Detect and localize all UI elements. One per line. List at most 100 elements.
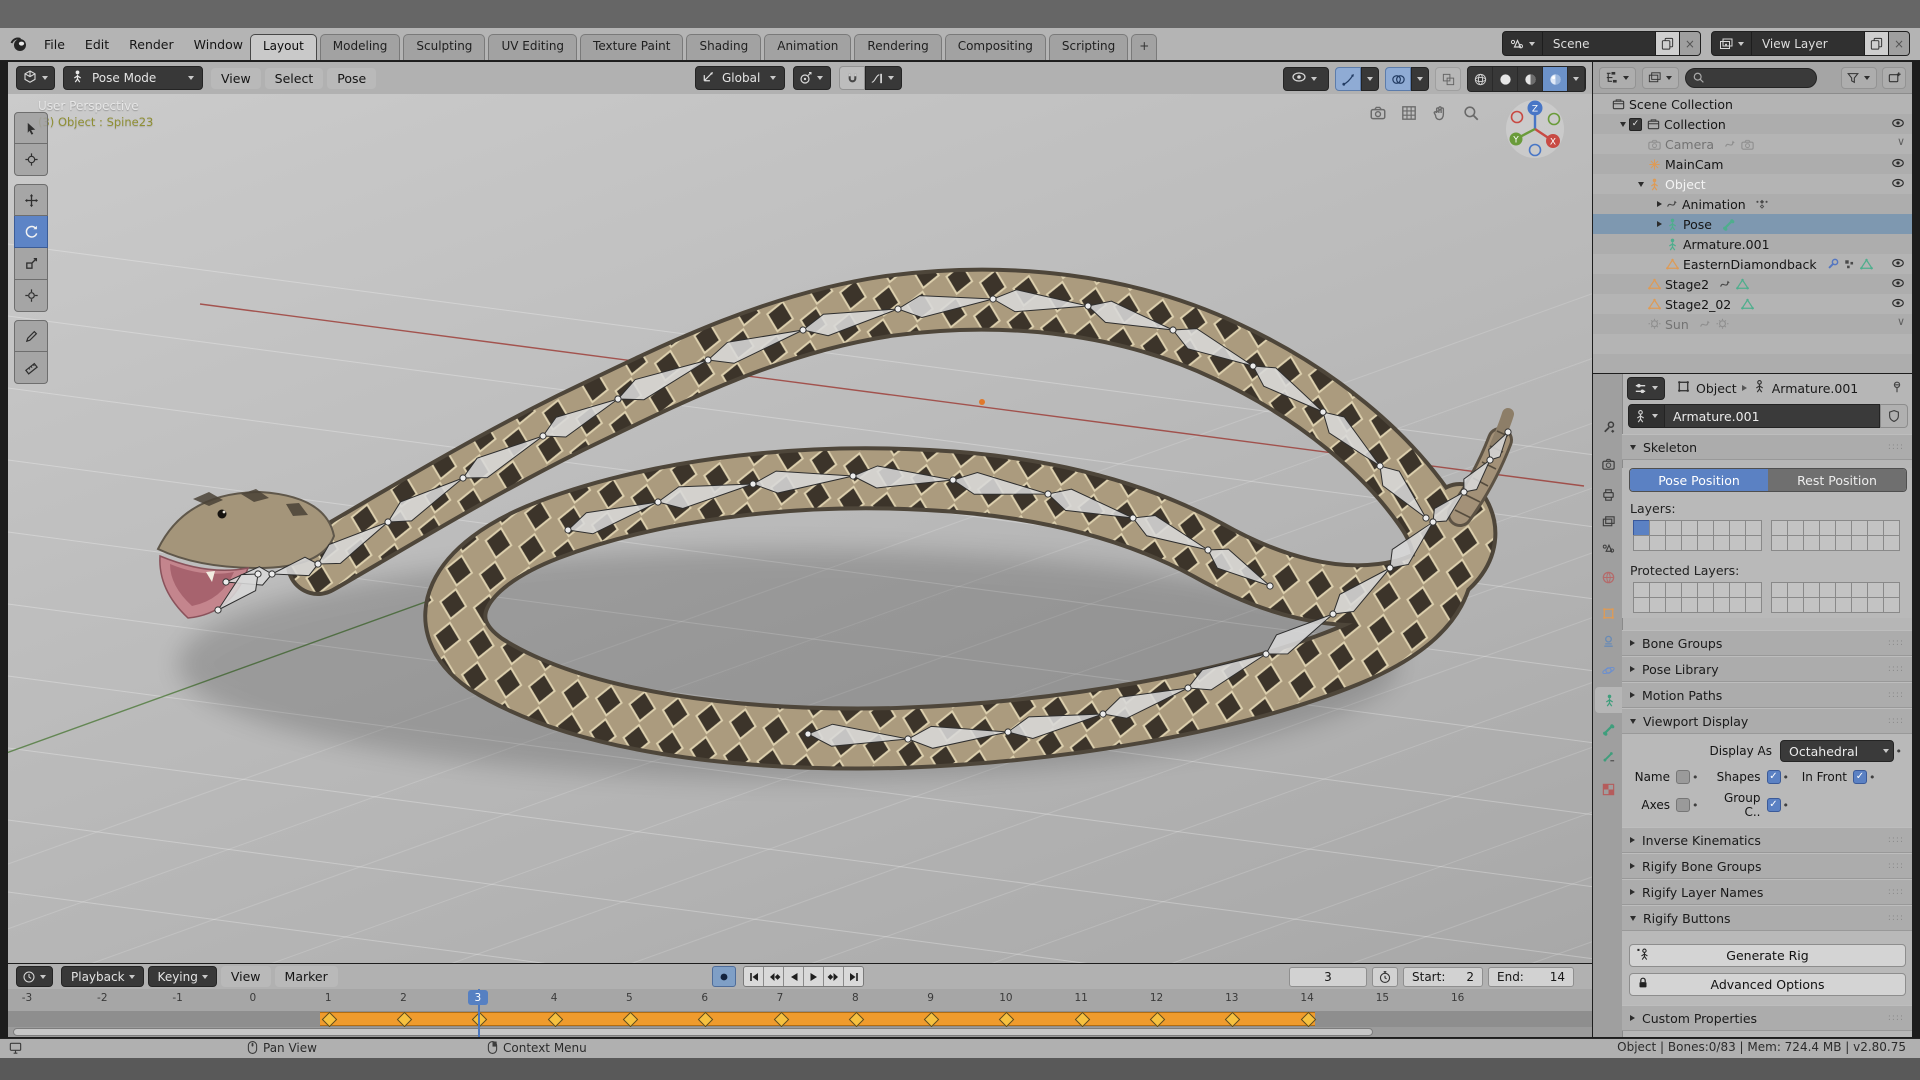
layer-cell[interactable] <box>1803 597 1820 613</box>
properties-tab-texture[interactable] <box>1595 776 1622 802</box>
layer-cell[interactable] <box>1851 582 1868 598</box>
layer-cell[interactable] <box>1681 582 1698 598</box>
layer-cell[interactable] <box>1787 535 1804 551</box>
properties-tab-bone-constraint[interactable] <box>1595 743 1622 769</box>
layer-cell[interactable] <box>1745 597 1762 613</box>
layer-cell[interactable] <box>1851 597 1868 613</box>
tab-modeling[interactable]: Modeling <box>319 34 401 60</box>
outliner-row-sun[interactable]: Sun ∨ <box>1593 314 1912 334</box>
outliner-row-collection[interactable]: ✓ Collection <box>1593 114 1912 134</box>
outliner-row-pose[interactable]: Pose <box>1593 214 1912 234</box>
viewport-canvas[interactable]: User Perspective (3) Object : Spine23 Z <box>8 94 1592 963</box>
jump-to-start-button[interactable] <box>744 967 763 986</box>
layer-cell[interactable] <box>1633 520 1650 536</box>
layer-cell[interactable] <box>1649 520 1666 536</box>
layer-cell[interactable] <box>1835 520 1852 536</box>
show-overlays-toggle[interactable] <box>1385 67 1411 91</box>
layer-cell[interactable] <box>1867 597 1884 613</box>
timeline-menu-marker[interactable]: Marker <box>274 966 338 987</box>
hidden-eye-icon[interactable]: ∨ <box>1897 315 1905 328</box>
name-checkbox[interactable] <box>1676 770 1690 784</box>
current-frame-field[interactable]: 3 <box>1289 966 1367 987</box>
shading-wireframe-button[interactable] <box>1468 67 1493 91</box>
menu-window[interactable]: Window <box>184 34 253 55</box>
timeline-scrollbar[interactable] <box>8 1027 1592 1037</box>
panel-custom-properties[interactable]: Custom Properties:::: <box>1622 1005 1912 1031</box>
tool-rotate[interactable] <box>14 216 48 248</box>
layer-cell[interactable] <box>1745 535 1762 551</box>
layer-cell[interactable] <box>1835 582 1852 598</box>
outliner-row-easterndiamondback[interactable]: EasternDiamondback <box>1593 254 1912 274</box>
timeline-menu-playback[interactable]: Playback <box>61 966 144 987</box>
scene-selector[interactable]: Scene × <box>1501 31 1701 56</box>
tool-scale[interactable] <box>14 248 48 280</box>
layer-cell[interactable] <box>1633 597 1650 613</box>
editor-type-button-viewport[interactable] <box>16 66 55 90</box>
play-button[interactable] <box>804 967 823 986</box>
properties-tab-world[interactable] <box>1595 564 1622 590</box>
panel-viewport-display[interactable]: Viewport Display:::: <box>1622 708 1912 734</box>
play-reverse-button[interactable] <box>784 967 803 986</box>
layer-cell[interactable] <box>1681 597 1698 613</box>
properties-tab-object-data[interactable] <box>1595 687 1623 713</box>
tab-uv-editing[interactable]: UV Editing <box>488 34 578 60</box>
layer-cell[interactable] <box>1787 582 1804 598</box>
outliner-search-input[interactable] <box>1685 67 1817 88</box>
view-layer-name[interactable]: View Layer <box>1752 37 1864 51</box>
viewport-menu-pose[interactable]: Pose <box>327 67 377 89</box>
panel-pose-library[interactable]: Pose Library:::: <box>1622 656 1912 682</box>
outliner-row-stage2[interactable]: Stage2 <box>1593 274 1912 294</box>
hide-eye-icon[interactable] <box>1891 176 1905 193</box>
navigation-gizmo[interactable]: Z X Y <box>1504 98 1566 164</box>
timeline-menu-keying[interactable]: Keying <box>147 966 217 987</box>
proportional-editing-dropdown[interactable] <box>865 66 903 90</box>
tab-texture-paint[interactable]: Texture Paint <box>580 34 684 60</box>
breadcrumb-data[interactable]: Armature.001 <box>1772 381 1859 396</box>
advanced-options-button[interactable]: Advanced Options <box>1629 973 1906 996</box>
view-layer-selector[interactable]: View Layer × <box>1710 31 1910 56</box>
layer-cell[interactable] <box>1729 520 1746 536</box>
properties-tab-view-layer[interactable] <box>1595 508 1622 534</box>
jump-to-end-button[interactable] <box>844 967 863 986</box>
layer-cell[interactable] <box>1867 520 1884 536</box>
layer-cell[interactable] <box>1819 535 1836 551</box>
hidden-eye-icon[interactable]: ∨ <box>1897 135 1905 148</box>
timeline-track[interactable] <box>8 1011 1592 1027</box>
scene-name[interactable]: Scene <box>1543 37 1655 51</box>
frame-end-field[interactable]: End: 14 <box>1488 966 1574 987</box>
layer-cell[interactable] <box>1649 535 1666 551</box>
hide-eye-icon[interactable] <box>1891 156 1905 173</box>
shading-rendered-button[interactable] <box>1543 67 1568 91</box>
tab-animation[interactable]: Animation <box>764 34 852 60</box>
layer-cell[interactable] <box>1713 582 1730 598</box>
editor-type-button-timeline[interactable] <box>16 966 53 987</box>
layer-cell[interactable] <box>1867 535 1884 551</box>
layer-cell[interactable] <box>1883 535 1900 551</box>
outliner-row-armature-001[interactable]: Armature.001 <box>1593 234 1912 254</box>
layer-cell[interactable] <box>1803 582 1820 598</box>
playhead[interactable]: 3 <box>467 989 488 1037</box>
use-preview-range-button[interactable] <box>1372 966 1398 987</box>
tool-measure[interactable] <box>14 352 48 384</box>
panel-motion-paths[interactable]: Motion Paths:::: <box>1622 682 1912 708</box>
layer-cell[interactable] <box>1665 582 1682 598</box>
zoom-icon[interactable] <box>1462 104 1480 126</box>
fake-user-shield-icon[interactable] <box>1880 404 1908 428</box>
layer-cell[interactable] <box>1867 582 1884 598</box>
xray-toggle[interactable] <box>1435 67 1461 91</box>
properties-tab-physics[interactable] <box>1595 657 1622 683</box>
panel-inverse-kinematics[interactable]: Inverse Kinematics:::: <box>1622 827 1912 853</box>
new-scene-button[interactable] <box>1654 32 1679 55</box>
properties-tab-scene[interactable] <box>1595 535 1622 561</box>
layer-cell[interactable] <box>1745 520 1762 536</box>
tab-scripting[interactable]: Scripting <box>1048 34 1129 60</box>
add-workspace-button[interactable]: + <box>1131 34 1158 60</box>
in-front-checkbox[interactable]: ✓ <box>1853 770 1867 784</box>
outliner-row-maincam[interactable]: MainCam <box>1593 154 1912 174</box>
outliner-display-mode-dropdown[interactable] <box>1642 66 1679 89</box>
timeline-ruler[interactable]: -3 -2 -1 0 1 2 4 5 6 7 8 9 10 11 12 13 14 15 16 <box>8 989 1592 1011</box>
panel-rigify-bone-groups[interactable]: Rigify Bone Groups:::: <box>1622 853 1912 879</box>
layer-cell[interactable] <box>1803 520 1820 536</box>
outliner-row-animation[interactable]: Animation <box>1593 194 1912 214</box>
layer-cell[interactable] <box>1787 597 1804 613</box>
